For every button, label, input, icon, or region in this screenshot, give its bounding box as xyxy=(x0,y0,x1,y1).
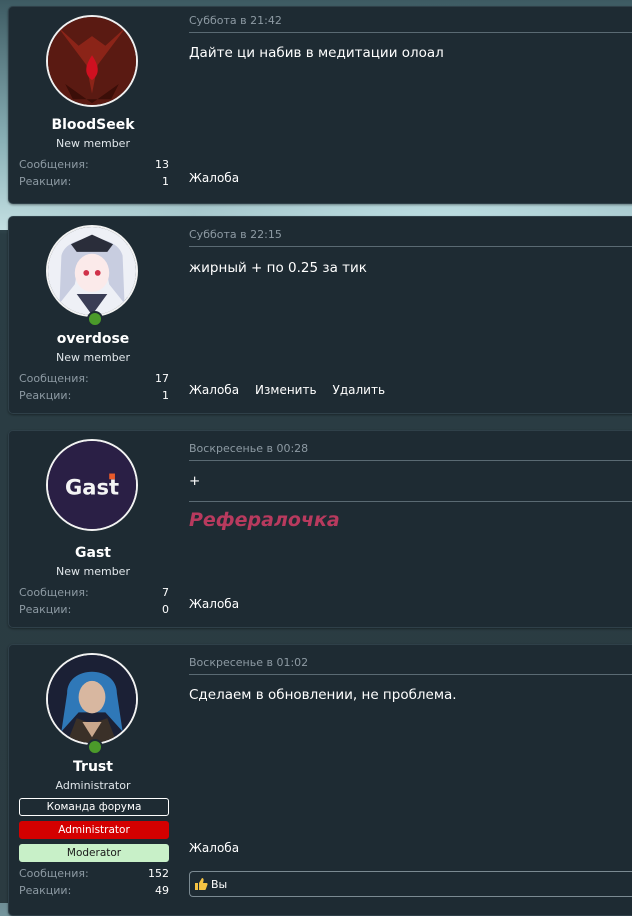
header-divider xyxy=(189,32,632,33)
reactions-stat: Реакции: 1 xyxy=(19,389,169,402)
post-gast: Gast Gast New member Сообщения: 7 Реакци… xyxy=(8,430,632,628)
messages-count: 152 xyxy=(148,867,169,880)
reactions-count: 49 xyxy=(155,884,169,897)
header-divider xyxy=(189,246,632,247)
reaction-users[interactable]: Вы xyxy=(211,878,227,891)
avatar-image xyxy=(48,17,136,105)
reactions-stat: Реакции: 0 xyxy=(19,603,169,616)
post-date[interactable]: Суббота в 22:15 xyxy=(189,228,282,241)
avatar[interactable] xyxy=(46,15,138,107)
post-actions: Жалоба xyxy=(189,597,239,611)
reactions-count: 0 xyxy=(162,603,169,616)
reactions-label: Реакции: xyxy=(19,389,72,402)
reactions-label: Реакции: xyxy=(19,175,72,188)
avatar-image xyxy=(48,655,136,743)
post-actions: Жалоба xyxy=(189,171,239,185)
messages-stat: Сообщения: 17 xyxy=(19,372,169,385)
reactions-count: 1 xyxy=(162,175,169,188)
online-status-icon xyxy=(87,311,103,327)
messages-count: 17 xyxy=(155,372,169,385)
messages-label: Сообщения: xyxy=(19,586,89,599)
user-title: Administrator xyxy=(55,779,131,792)
user-title: New member xyxy=(56,565,130,578)
messages-stat: Сообщения: 152 xyxy=(19,867,169,880)
reactions-stat: Реакции: 49 xyxy=(19,884,169,897)
signature-divider xyxy=(189,501,632,502)
post-text: Дайте ци набив в медитации олоал xyxy=(189,45,444,61)
messages-label: Сообщения: xyxy=(19,867,89,880)
avatar-image xyxy=(48,227,136,315)
post-date[interactable]: Воскресенье в 00:28 xyxy=(189,442,308,455)
user-title: New member xyxy=(56,137,130,150)
avatar[interactable]: Gast xyxy=(46,439,138,531)
avatar[interactable] xyxy=(46,225,138,317)
reactions-stat: Реакции: 1 xyxy=(19,175,169,188)
banner-moderator: Moderator xyxy=(19,844,169,862)
messages-label: Сообщения: xyxy=(19,158,89,171)
username[interactable]: BloodSeek xyxy=(9,117,177,133)
post-overdose: overdose New member Сообщения: 17 Реакци… xyxy=(8,216,632,414)
header-divider xyxy=(189,460,632,461)
reactions-count: 1 xyxy=(162,389,169,402)
post-text: Сделаем в обновлении, не проблема. xyxy=(189,687,457,703)
reaction-summary[interactable]: Вы xyxy=(189,871,632,897)
post-text: жирный + по 0.25 за тик xyxy=(189,260,367,276)
banner-administrator: Administrator xyxy=(19,821,169,839)
messages-count: 13 xyxy=(155,158,169,171)
post-text: + xyxy=(189,473,201,489)
delete-link[interactable]: Удалить xyxy=(333,383,386,397)
user-title: New member xyxy=(56,351,130,364)
report-link[interactable]: Жалоба xyxy=(189,171,239,185)
report-link[interactable]: Жалоба xyxy=(189,841,239,855)
avatar-image: Gast xyxy=(48,441,136,529)
username[interactable]: Trust xyxy=(9,759,177,775)
post-date[interactable]: Суббота в 21:42 xyxy=(189,14,282,27)
messages-stat: Сообщения: 7 xyxy=(19,586,169,599)
edit-link[interactable]: Изменить xyxy=(255,383,317,397)
header-divider xyxy=(189,674,632,675)
username[interactable]: overdose xyxy=(9,331,177,347)
post-actions: Жалоба xyxy=(189,841,239,855)
report-link[interactable]: Жалоба xyxy=(189,597,239,611)
post-trust: Trust Administrator Команда форума Admin… xyxy=(8,644,632,916)
signature-link[interactable]: Рефералочка xyxy=(189,509,340,531)
reactions-label: Реакции: xyxy=(19,603,72,616)
reactions-label: Реакции: xyxy=(19,884,72,897)
messages-stat: Сообщения: 13 xyxy=(19,158,169,171)
messages-count: 7 xyxy=(162,586,169,599)
online-status-icon xyxy=(87,739,103,755)
banner-forum-team: Команда форума xyxy=(19,798,169,816)
username[interactable]: Gast xyxy=(9,545,177,561)
post-actions: Жалоба Изменить Удалить xyxy=(189,383,385,397)
report-link[interactable]: Жалоба xyxy=(189,383,239,397)
messages-label: Сообщения: xyxy=(19,372,89,385)
post-bloodseek: BloodSeek New member Сообщения: 13 Реакц… xyxy=(8,6,632,204)
post-date[interactable]: Воскресенье в 01:02 xyxy=(189,656,308,669)
avatar[interactable] xyxy=(46,653,138,745)
thumbs-up-icon xyxy=(195,878,208,890)
